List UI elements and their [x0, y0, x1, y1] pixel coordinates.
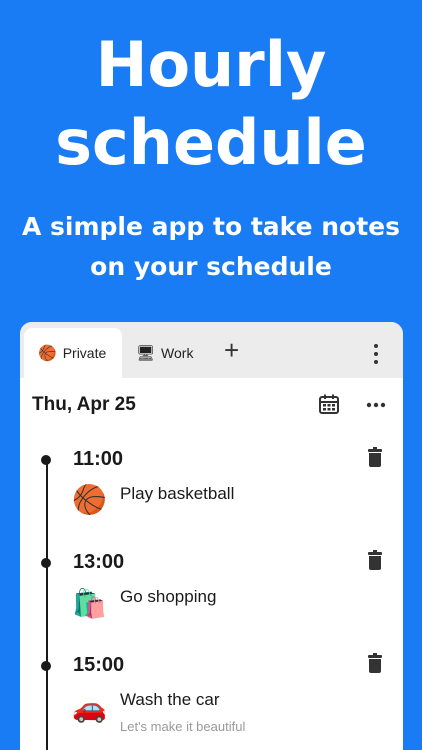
car-emoji: 🚗 — [72, 692, 107, 723]
more-horizontal-icon[interactable] — [366, 402, 386, 408]
entry-note[interactable]: Play basketball — [120, 484, 234, 504]
date-title: Thu, Apr 25 — [32, 394, 136, 415]
entry-time: 13:00 — [73, 551, 125, 573]
trash-icon[interactable] — [368, 550, 382, 570]
tab-bar: 🏀 Private 🖥 Work + — [20, 322, 403, 378]
entry-time: 11:00 — [73, 448, 124, 470]
hero-title: Hourly schedule — [0, 26, 422, 182]
basketball-emoji: 🏀 — [72, 484, 107, 515]
hero-title-line1: Hourly — [95, 28, 327, 101]
hero-title-line2: schedule — [55, 106, 367, 179]
tab-private-label: Private — [62, 345, 107, 361]
shopping-bags-emoji: 🛍️ — [72, 588, 107, 619]
hero-subtitle-line1: A simple app to take notes — [21, 212, 401, 241]
hero-subtitle: A simple app to take notes on your sched… — [0, 207, 422, 287]
entry-note[interactable]: Wash the car — [120, 690, 220, 710]
tab-work-label: Work — [161, 345, 194, 361]
entry-note[interactable]: Go shopping — [120, 587, 216, 607]
timeline-node — [41, 455, 51, 465]
trash-icon[interactable] — [368, 653, 382, 673]
entry-time: 15:00 — [73, 654, 125, 676]
timeline-node — [41, 558, 51, 568]
timeline-line — [46, 457, 48, 750]
vertical-more-icon[interactable] — [370, 342, 382, 366]
tab-private[interactable]: 🏀 Private — [24, 328, 122, 378]
computer-icon: 🖥 — [136, 345, 156, 362]
timeline-node — [41, 661, 51, 671]
calendar-icon[interactable] — [318, 393, 340, 415]
hero-subtitle-line2: on your schedule — [90, 252, 332, 281]
basketball-icon: 🏀 — [38, 345, 57, 362]
entry-subnote: Let's make it beautiful — [120, 719, 246, 734]
app-screen: 🏀 Private 🖥 Work + Thu, Apr 25 11:00 🏀 P… — [20, 322, 403, 750]
add-tab-button[interactable]: + — [224, 337, 239, 363]
trash-icon[interactable] — [368, 447, 382, 467]
tab-work[interactable]: 🖥 Work — [136, 328, 193, 378]
